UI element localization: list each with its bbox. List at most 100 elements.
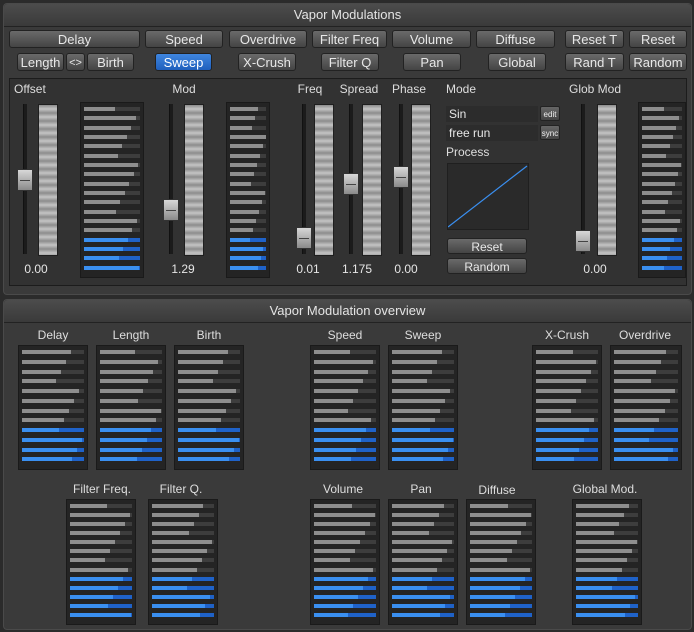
meter-bar-fill xyxy=(614,379,652,384)
meter-bar xyxy=(614,457,678,462)
meter-bar xyxy=(392,428,454,432)
phase-slider-thumb[interactable] xyxy=(393,166,409,188)
meter-bar xyxy=(470,522,532,527)
meter-bar xyxy=(84,163,140,167)
meter-bar-fill xyxy=(84,219,137,223)
freq-slider-thumb[interactable] xyxy=(296,227,312,249)
meter-bar xyxy=(642,153,682,158)
meter-bar xyxy=(536,379,598,384)
mod-slider-track[interactable] xyxy=(169,104,173,254)
mode-reset-button[interactable]: Reset xyxy=(447,238,527,254)
meter-bar-fill xyxy=(84,209,116,214)
meter-bar-fill xyxy=(152,513,199,518)
speed-button[interactable]: Speed xyxy=(145,30,223,48)
meter-bar-fill xyxy=(22,379,57,384)
meter-bar xyxy=(314,447,376,452)
meter-bar xyxy=(392,513,454,518)
meter-bar-fill xyxy=(230,107,259,111)
edit-button[interactable]: edit xyxy=(540,106,560,121)
meter-bar xyxy=(100,359,162,364)
meter-bar-fill xyxy=(314,418,372,423)
meter-bar-fill xyxy=(392,389,451,393)
glob-mod-waveform xyxy=(597,104,617,256)
meter-bar-fill xyxy=(536,359,596,364)
meter-bar-fill xyxy=(178,457,229,462)
meter-bar xyxy=(230,172,266,177)
meter-bar xyxy=(470,513,532,518)
length-button[interactable]: Length xyxy=(17,53,64,71)
freq-waveform xyxy=(314,104,334,256)
meter-bar-fill xyxy=(70,576,124,581)
meter-bar xyxy=(178,398,240,403)
wave-shape-field[interactable]: Sin xyxy=(446,106,538,122)
filter-freq-button[interactable]: Filter Freq xyxy=(312,30,387,48)
meter-bar xyxy=(536,350,598,354)
volume-button[interactable]: Volume xyxy=(392,30,471,48)
modulations-title: Vapor Modulations xyxy=(4,4,691,27)
meter-bar xyxy=(178,379,240,384)
meter-bar-fill xyxy=(470,504,509,508)
meter-bar xyxy=(314,437,376,442)
meter-bar xyxy=(642,172,682,177)
meter-bar xyxy=(614,350,678,354)
meter-bar-fill xyxy=(22,408,70,413)
meter-bar xyxy=(642,219,682,223)
sweep-button[interactable]: Sweep xyxy=(155,53,212,71)
meter-bar xyxy=(70,540,132,545)
meter-bar-fill xyxy=(100,350,136,354)
reset-button[interactable]: Reset xyxy=(629,30,687,48)
meter-bar xyxy=(470,585,532,590)
freq-value: 0.01 xyxy=(296,262,320,276)
run-mode-field[interactable]: free run xyxy=(446,125,538,141)
global-button[interactable]: Global xyxy=(488,53,546,71)
phase-label: Phase xyxy=(391,82,427,96)
meter-bar xyxy=(152,603,214,608)
x-crush-button[interactable]: X-Crush xyxy=(238,53,296,71)
overdrive-button[interactable]: Overdrive xyxy=(229,30,307,48)
meter-bar-fill xyxy=(392,379,428,384)
glob-mod-slider-thumb[interactable] xyxy=(575,230,591,252)
meter-bar xyxy=(152,522,214,527)
meter-bar-fill xyxy=(84,163,139,167)
meter-bar xyxy=(100,389,162,393)
sweep-meter-label: Sweep xyxy=(404,328,442,342)
meter-bar-fill xyxy=(536,379,586,384)
meter-bar xyxy=(100,350,162,354)
link-button[interactable]: <> xyxy=(66,53,85,71)
meter-bar xyxy=(392,418,454,423)
meter-bar xyxy=(84,125,140,130)
delay-button[interactable]: Delay xyxy=(9,30,140,48)
meter-bar-fill xyxy=(152,594,210,599)
reset-t-button[interactable]: Reset T xyxy=(565,30,624,48)
meter-bar-fill xyxy=(392,398,446,403)
meter-bar-fill xyxy=(536,428,589,432)
meter-bar-fill xyxy=(70,585,119,590)
meter-bar-fill xyxy=(536,350,573,354)
meter-bar xyxy=(614,418,678,423)
meter-bar xyxy=(314,513,376,518)
delay-meter xyxy=(18,345,88,470)
birth-button[interactable]: Birth xyxy=(87,53,134,71)
diffuse-meter-label: Diffuse xyxy=(478,483,516,497)
pan-button[interactable]: Pan xyxy=(403,53,461,71)
meter-bar xyxy=(314,612,376,617)
random-button[interactable]: Random xyxy=(629,53,687,71)
mode-random-button[interactable]: Random xyxy=(447,258,527,274)
offset-slider-thumb[interactable] xyxy=(17,169,33,191)
meter-bar xyxy=(22,359,84,364)
birth-meter xyxy=(174,345,244,470)
meter-bar-fill xyxy=(100,359,159,364)
meter-bar xyxy=(392,359,454,364)
diffuse-button[interactable]: Diffuse xyxy=(476,30,555,48)
mod-slider-thumb[interactable] xyxy=(163,199,179,221)
filter-q-button[interactable]: Filter Q xyxy=(321,53,379,71)
meter-bar-fill xyxy=(614,408,665,413)
meter-bar xyxy=(152,612,214,617)
meter-bar xyxy=(392,398,454,403)
meter-bar-fill xyxy=(152,549,207,554)
spread-slider-thumb[interactable] xyxy=(343,173,359,195)
sync-button[interactable]: sync xyxy=(540,125,560,140)
meter-bar-fill xyxy=(152,531,189,536)
mod-value: 1.29 xyxy=(171,262,195,276)
rand-t-button[interactable]: Rand T xyxy=(565,53,624,71)
